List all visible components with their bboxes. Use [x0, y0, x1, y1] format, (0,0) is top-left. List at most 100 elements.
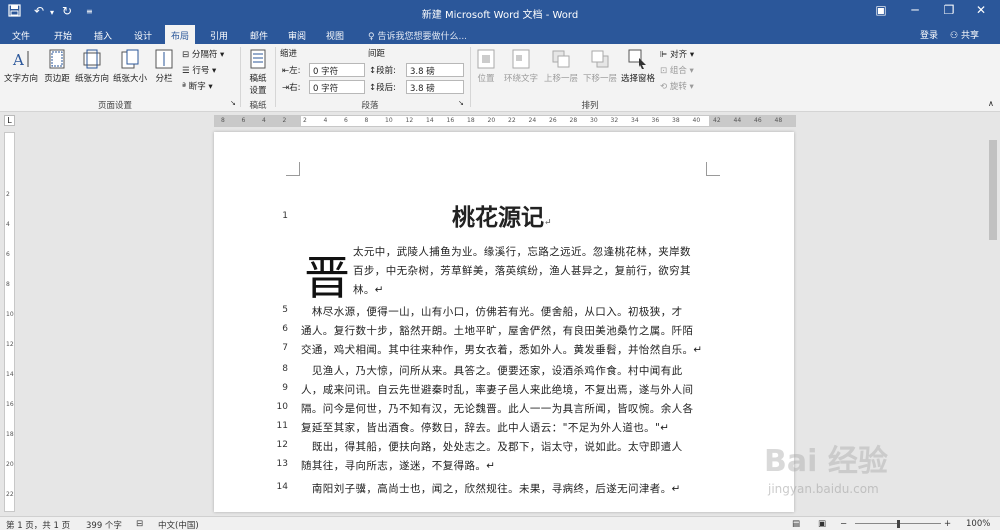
drop-cap[interactable]: 晋	[304, 242, 350, 308]
rotate-button[interactable]: ⟲ 旋转 ▾	[660, 80, 694, 92]
close-icon[interactable]: ✕	[966, 3, 996, 17]
group-icon: ⊡	[660, 66, 668, 76]
read-mode-icon[interactable]: ▤	[792, 519, 800, 529]
size-icon	[121, 49, 139, 69]
group-label: 组合	[669, 66, 687, 76]
draft-settings-button[interactable]: 稿纸设置	[244, 48, 272, 96]
document-text-line[interactable]: 既出，得其船，便扶向路，处处志之。及郡下，诣太守，说如此。太守即遣人	[301, 439, 683, 454]
spacing-before-input[interactable]: 3.8 磅	[406, 63, 464, 77]
draft-paper-icon	[250, 49, 266, 69]
tab-design[interactable]: 设计	[128, 27, 158, 44]
document-title[interactable]: 桃花源记↵	[452, 198, 552, 232]
indent-left-input[interactable]: 0 字符	[309, 63, 365, 77]
bring-forward-label: 上移一层	[543, 74, 578, 84]
document-text-line[interactable]: 太元中，武陵人捕鱼为业。缘溪行，忘路之远近。忽逢桃花林，夹岸数	[353, 244, 691, 259]
document-text-line[interactable]: 复延至其家，皆出酒食。停数日，辞去。此中人语云："不足为外人道也。"↵	[301, 420, 669, 435]
arrange-group-label: 排列	[581, 101, 599, 111]
ribbon-display-icon[interactable]: ▣	[866, 3, 896, 17]
columns-button[interactable]: 分栏	[152, 48, 176, 84]
breaks-button[interactable]: ⊟ 分隔符 ▾	[182, 48, 224, 60]
document-text-line[interactable]: 南阳刘子骥，高尚士也，闻之，欣然规往。未果，寻病终，后遂无问津者。↵	[301, 481, 681, 496]
ruler-tick-label: 4	[262, 117, 266, 124]
orientation-icon	[83, 49, 101, 69]
zoom-level[interactable]: 100%	[966, 519, 990, 529]
columns-label: 分栏	[155, 74, 173, 84]
tab-mailings[interactable]: 邮件	[244, 27, 274, 44]
ruler-tick-label: 2	[303, 117, 307, 124]
document-text-line[interactable]: 人，咸来问讯。自云先世避秦时乱，率妻子邑人来此绝境，不复出焉，遂与外人间	[301, 382, 693, 397]
vruler-tick-label: 12	[6, 341, 14, 348]
scrollbar-thumb[interactable]	[989, 140, 997, 240]
align-button[interactable]: ⊫ 对齐 ▾	[660, 48, 694, 60]
tab-home[interactable]: 开始	[48, 27, 78, 44]
ruler-tick-label: 10	[385, 117, 393, 124]
proofing-icon[interactable]: ⊟	[136, 519, 143, 529]
orientation-button[interactable]: 纸张方向	[75, 48, 109, 84]
group-button[interactable]: ⊡ 组合 ▾	[660, 64, 694, 76]
print-layout-icon[interactable]: ▣	[818, 519, 826, 529]
crop-mark	[286, 162, 300, 176]
line-number: 14	[276, 482, 288, 492]
ruler-tick-label: 24	[528, 117, 537, 124]
send-backward-button[interactable]: 下移一层	[581, 48, 619, 84]
tab-file[interactable]: 文件	[6, 27, 36, 44]
ribbon-tabs: 文件 开始 插入 设计 布局 引用 邮件 审阅 视图 ♀ 告诉我您想要做什么..…	[0, 24, 1000, 44]
tab-review[interactable]: 审阅	[282, 27, 312, 44]
page-count[interactable]: 第 1 页，共 1 页	[6, 519, 70, 530]
spacing-after-input[interactable]: 3.8 磅	[406, 80, 464, 94]
language[interactable]: 中文(中国)	[158, 519, 199, 530]
tab-insert[interactable]: 插入	[88, 27, 118, 44]
minimize-icon[interactable]: ─	[900, 3, 930, 17]
text-direction-button[interactable]: A 文字方向	[4, 48, 38, 84]
vruler-tick-label: 10	[6, 311, 14, 318]
vruler-tick-label: 2	[6, 191, 10, 198]
breaks-label: 分隔符	[191, 50, 218, 60]
tab-selector-icon[interactable]: L	[4, 115, 15, 126]
breaks-icon: ⊟	[182, 50, 190, 60]
paragraph-launcher-icon[interactable]: ↘	[458, 99, 464, 107]
horizontal-ruler[interactable]: 8 6 4 2 2 4 6 8 10 12 14 16 18 20 22 24 26 28 30 32 34 36 38 40…	[214, 115, 796, 127]
document-text-line[interactable]: 林。↵	[353, 282, 384, 297]
restore-icon[interactable]: ❐	[934, 3, 964, 17]
collapse-ribbon-icon[interactable]: ∧	[988, 99, 994, 108]
position-button[interactable]: 位置	[474, 48, 498, 84]
tab-layout[interactable]: 布局	[165, 25, 196, 44]
draft-group-label: 稿纸	[249, 101, 267, 111]
hyphenation-button[interactable]: ª 断字 ▾	[182, 80, 213, 92]
document-page[interactable]: 桃花源记↵ 晋 1 太元中，武陵人捕鱼为业。缘溪行，忘路之远近。忽逢桃花林，夹岸数…	[214, 132, 794, 512]
wrap-text-button[interactable]: 环绕文字	[501, 48, 541, 84]
ruler-tick-label: 44	[733, 117, 742, 124]
tab-view[interactable]: 视图	[320, 27, 350, 44]
ruler-tick-label: 46	[754, 117, 762, 124]
document-text-line[interactable]: 隔。问今是何世，乃不知有汉，无论魏晋。此人一一为具言所闻，皆叹惋。余人各	[301, 401, 693, 416]
zoom-out-icon[interactable]: −	[840, 519, 847, 529]
document-text-line[interactable]: 见渔人，乃大惊，问所从来。具答之。便要还家，设酒杀鸡作食。村中闻有此	[301, 363, 683, 378]
tab-references[interactable]: 引用	[204, 27, 234, 44]
ruler-tick-label: 12	[405, 117, 414, 124]
document-text-line[interactable]: 林尽水源，便得一山，山有小口，仿佛若有光。便舍船，从口入。初极狭，才	[301, 304, 683, 319]
indent-right-label: ⇥右:	[282, 83, 301, 93]
document-text-line[interactable]: 交通，鸡犬相闻。其中往来种作，男女衣着，悉如外人。黄发垂髫，并怡然自乐。↵	[301, 342, 703, 357]
send-backward-label: 下移一层	[582, 74, 617, 84]
share-button[interactable]: ⚇ 共享	[950, 28, 979, 41]
bring-forward-button[interactable]: 上移一层	[542, 48, 580, 84]
indent-right-input[interactable]: 0 字符	[309, 80, 365, 94]
size-button[interactable]: 纸张大小	[112, 48, 148, 84]
tell-me-search[interactable]: ♀ 告诉我您想要做什么...	[368, 29, 467, 42]
selection-pane-button[interactable]: 选择窗格	[620, 48, 656, 84]
line-numbers-button[interactable]: ☰ 行号 ▾	[182, 64, 216, 76]
document-text-line[interactable]: 通人。复行数十步，豁然开朗。土地平旷，屋舍俨然，有良田美池桑竹之属。阡陌	[301, 323, 693, 338]
line-number: 7	[282, 343, 288, 353]
page-setup-launcher-icon[interactable]: ↘	[230, 99, 236, 107]
zoom-in-icon[interactable]: +	[944, 519, 951, 529]
document-text-line[interactable]: 百步，中无杂树，芳草鲜美，落英缤纷，渔人甚异之，复前行，欲穷其	[353, 263, 691, 278]
vertical-scrollbar[interactable]	[986, 132, 1000, 512]
margins-button[interactable]: 页边距	[42, 48, 72, 84]
indent-left-label: ⇤左:	[282, 66, 301, 76]
document-text-line[interactable]: 随其往，寻向所志，遂迷，不复得路。↵	[301, 458, 496, 473]
zoom-slider-knob[interactable]	[897, 520, 900, 528]
vertical-ruler[interactable]: 2 4 6 8 10 12 14 16 18 20 22	[4, 132, 15, 512]
group-divider	[240, 47, 241, 107]
word-count[interactable]: 399 个字	[86, 519, 122, 530]
sign-in-link[interactable]: 登录	[920, 28, 938, 41]
